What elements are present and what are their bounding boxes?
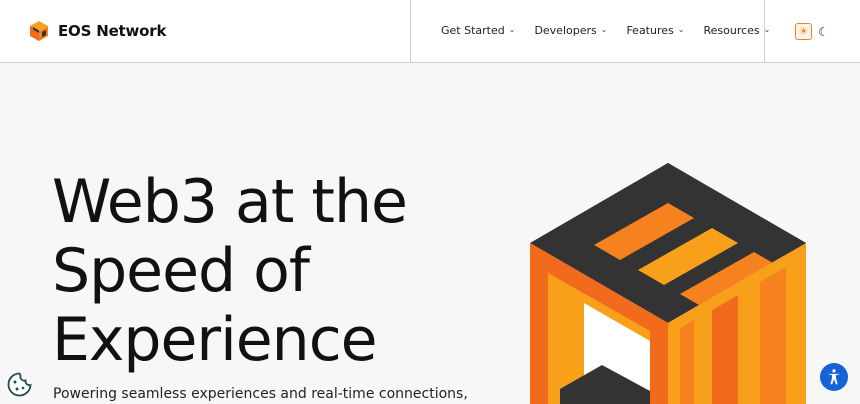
hero-title-line: Experience <box>52 305 378 375</box>
eos-cube-logo-icon <box>30 21 48 41</box>
hero-subtitle: Powering seamless experiences and real-t… <box>53 386 468 402</box>
nav-item-label: Developers <box>534 24 597 37</box>
site-header: EOS Network Get Started ⌄ Developers ⌄ F… <box>0 0 860 63</box>
cookie-icon <box>7 372 32 397</box>
nav-item-label: Features <box>626 24 674 37</box>
nav-item-label: Resources <box>703 24 760 37</box>
sun-icon: ☀ <box>798 25 809 38</box>
light-theme-button[interactable]: ☀ <box>795 23 812 40</box>
chevron-down-icon: ⌄ <box>600 25 608 34</box>
cookie-settings-button[interactable] <box>6 371 33 398</box>
header-divider <box>764 0 765 63</box>
nav-item-developers[interactable]: Developers ⌄ <box>534 24 607 37</box>
nav-item-features[interactable]: Features ⌄ <box>626 24 684 37</box>
moon-icon: ☾ <box>818 24 829 39</box>
dark-theme-button[interactable]: ☾ <box>815 23 832 40</box>
nav-item-resources[interactable]: Resources ⌄ <box>703 24 770 37</box>
theme-toggle: ☀ ☾ <box>795 23 832 40</box>
brand-name: EOS Network <box>58 22 167 40</box>
nav-item-get-started[interactable]: Get Started ⌄ <box>441 24 515 37</box>
brand-logo-link[interactable]: EOS Network <box>29 20 166 42</box>
hero-title: Web3 at the Speed of Experience <box>52 167 408 375</box>
chevron-down-icon: ⌄ <box>508 25 516 34</box>
main-nav: Get Started ⌄ Developers ⌄ Features ⌄ Re… <box>441 24 770 37</box>
eos-cube-hero-graphic <box>530 163 806 404</box>
hero-title-line: Speed of <box>52 236 310 306</box>
accessibility-button[interactable] <box>820 363 848 391</box>
chevron-down-icon: ⌄ <box>677 25 685 34</box>
accessibility-icon <box>827 369 841 385</box>
header-divider <box>410 0 411 63</box>
nav-item-label: Get Started <box>441 24 505 37</box>
hero-title-line: Web3 at the <box>52 167 408 237</box>
